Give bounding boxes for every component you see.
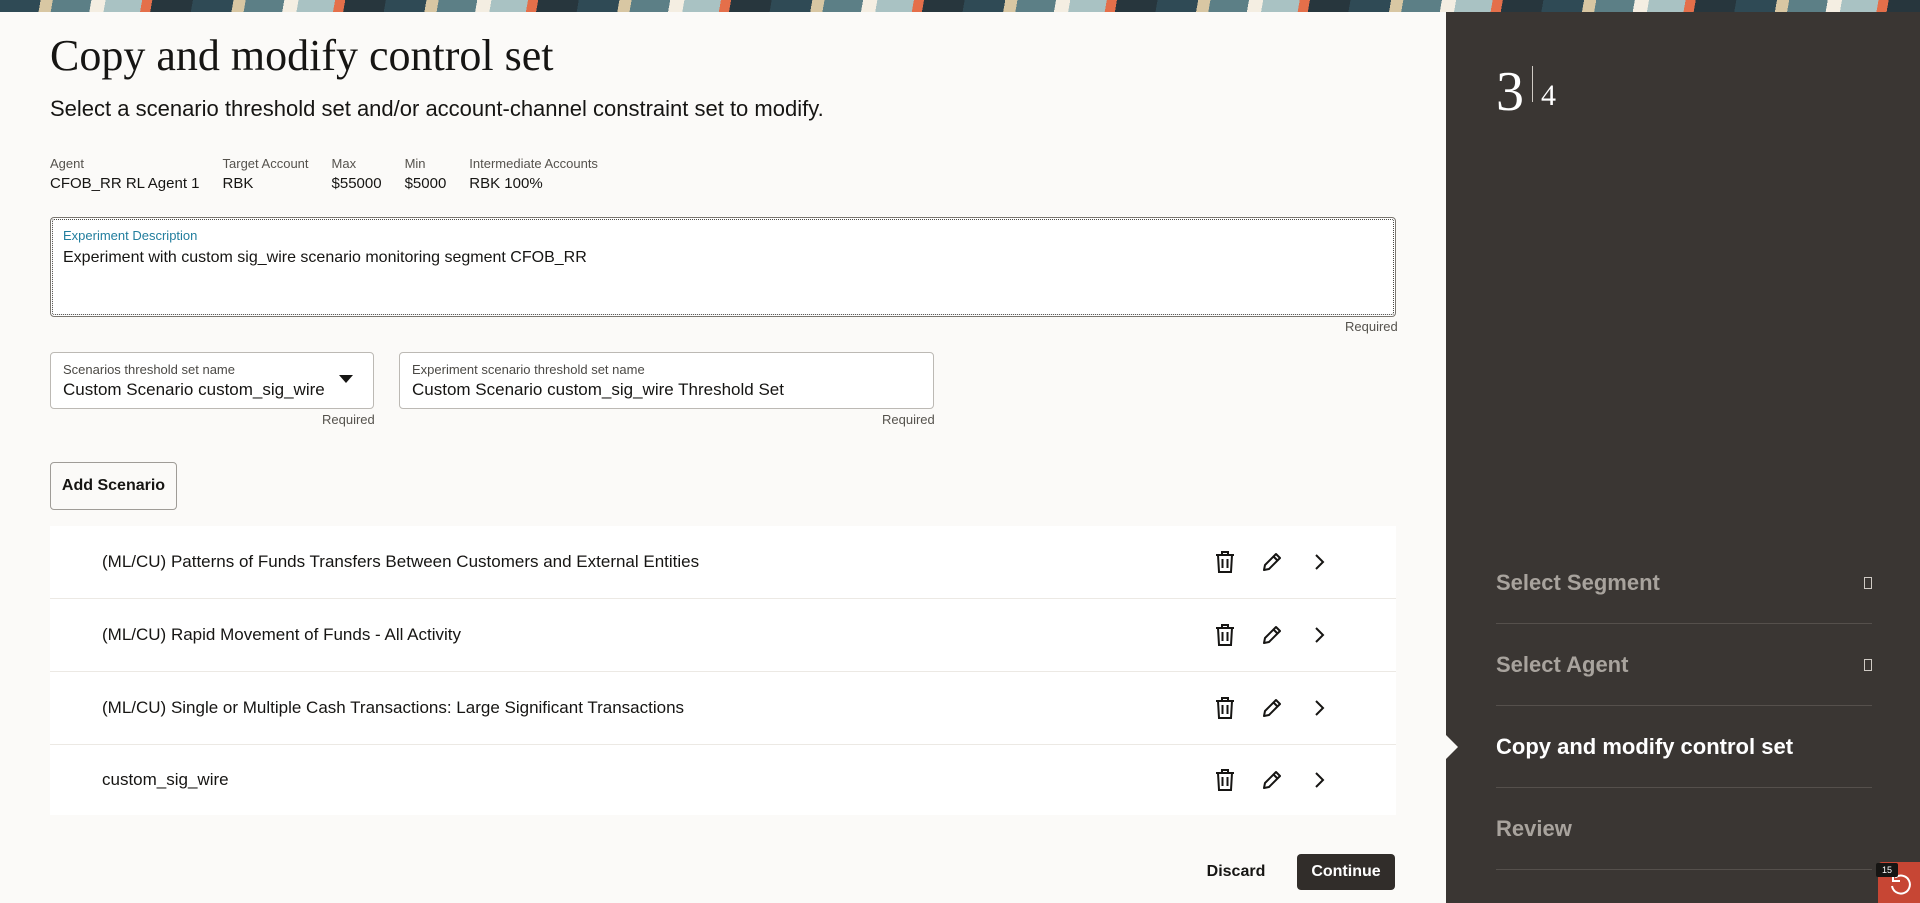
scenario-list-item: custom_sig_wire [50, 745, 1396, 815]
trash-icon[interactable] [1210, 547, 1240, 577]
step-total: 4 [1541, 79, 1556, 112]
experiment-description-label: Experiment Description [63, 228, 198, 243]
info-label: Agent [50, 156, 84, 171]
current-step-pointer-icon [1446, 734, 1458, 759]
chevron-right-icon[interactable] [1304, 547, 1334, 577]
help-count-badge: 15 [1876, 863, 1898, 877]
discard-button[interactable]: Discard [1198, 854, 1274, 890]
scenario-list-item: (ML/CU) Single or Multiple Cash Transact… [50, 672, 1396, 745]
step-copy-and-modify[interactable]: Copy and modify control set [1446, 706, 1872, 788]
threshold-set-select-required: Required [322, 412, 375, 427]
pencil-icon[interactable] [1257, 693, 1287, 723]
info-value: RBK [222, 175, 254, 192]
step-review[interactable]: Review [1496, 788, 1872, 870]
info-value: $55000 [331, 175, 382, 192]
step-current: 3 [1496, 61, 1524, 123]
step-status-icon [1864, 576, 1872, 589]
agent-info-min: Min $5000 [405, 155, 447, 195]
trash-icon[interactable] [1210, 693, 1240, 723]
trash-icon[interactable] [1210, 765, 1240, 795]
info-label: Min [404, 156, 426, 171]
step-label: Select Segment [1496, 569, 1660, 595]
scenario-label: custom_sig_wire [102, 770, 229, 789]
threshold-set-select[interactable]: Scenarios threshold set name Custom Scen… [50, 352, 374, 409]
add-scenario-button[interactable]: Add Scenario [50, 462, 177, 510]
scenario-list-item: (ML/CU) Rapid Movement of Funds - All Ac… [50, 599, 1396, 672]
agent-info-intermediate-accounts: Intermediate Accounts RBK 100% [469, 155, 598, 195]
threshold-set-name-label: Experiment scenario threshold set name [412, 362, 645, 377]
step-label: Review [1496, 815, 1572, 841]
info-value: RBK 100% [469, 175, 543, 192]
scenario-list: (ML/CU) Patterns of Funds Transfers Betw… [50, 526, 1396, 815]
info-label: Target Account [222, 156, 309, 171]
page-title: Copy and modify control set [50, 31, 554, 80]
experiment-description-field[interactable]: Experiment Description Experiment with c… [50, 217, 1396, 317]
chevron-down-icon[interactable] [339, 375, 353, 383]
step-label: Copy and modify control set [1496, 733, 1794, 759]
scenario-label: (ML/CU) Rapid Movement of Funds - All Ac… [102, 625, 462, 644]
pencil-icon[interactable] [1257, 765, 1287, 795]
threshold-set-name-value[interactable]: Custom Scenario custom_sig_wire Threshol… [412, 378, 921, 402]
chevron-right-icon[interactable] [1304, 765, 1334, 795]
step-label: Select Agent [1496, 651, 1629, 677]
threshold-set-name-required: Required [882, 412, 935, 427]
step-counter: 3 4 [1496, 62, 1556, 122]
step-select-agent[interactable]: Select Agent [1496, 624, 1872, 706]
pencil-icon[interactable] [1257, 547, 1287, 577]
wizard-sidebar: 3 4 Select Segment Select Agent Copy and… [1446, 12, 1920, 903]
info-label: Intermediate Accounts [469, 156, 598, 171]
continue-button[interactable]: Continue [1297, 854, 1395, 890]
trash-icon[interactable] [1210, 620, 1240, 650]
info-value: $5000 [404, 175, 447, 192]
threshold-set-select-value: Custom Scenario custom_sig_wire [63, 380, 325, 399]
agent-info-target-account: Target Account RBK [223, 155, 309, 195]
agent-info-row: Agent CFOB_RR RL Agent 1 Target Account … [50, 155, 621, 195]
wizard-steps: Select Segment Select Agent Copy and mod… [1446, 542, 1872, 870]
step-select-segment[interactable]: Select Segment [1496, 542, 1872, 624]
pencil-icon[interactable] [1257, 620, 1287, 650]
experiment-description-required: Required [1345, 319, 1398, 334]
scenario-label: (ML/CU) Single or Multiple Cash Transact… [102, 698, 685, 717]
page-subtitle: Select a scenario threshold set and/or a… [50, 96, 824, 121]
info-value: CFOB_RR RL Agent 1 [50, 175, 200, 192]
main-content: Copy and modify control set Select a sce… [0, 12, 1446, 903]
scenario-label: (ML/CU) Patterns of Funds Transfers Betw… [102, 552, 700, 571]
threshold-set-select-label: Scenarios threshold set name [63, 362, 235, 377]
threshold-set-name-input[interactable]: Experiment scenario threshold set name C… [399, 352, 934, 409]
info-label: Max [331, 156, 357, 171]
experiment-description-value[interactable]: Experiment with custom sig_wire scenario… [63, 246, 1383, 270]
chevron-right-icon[interactable] [1304, 693, 1334, 723]
step-divider [1532, 66, 1533, 102]
agent-info-max: Max $55000 [332, 155, 382, 195]
chevron-right-icon[interactable] [1304, 620, 1334, 650]
decorative-banner [0, 0, 1920, 12]
agent-info-agent: Agent CFOB_RR RL Agent 1 [50, 155, 200, 195]
scenario-list-item: (ML/CU) Patterns of Funds Transfers Betw… [50, 526, 1396, 599]
step-status-icon [1864, 658, 1872, 671]
